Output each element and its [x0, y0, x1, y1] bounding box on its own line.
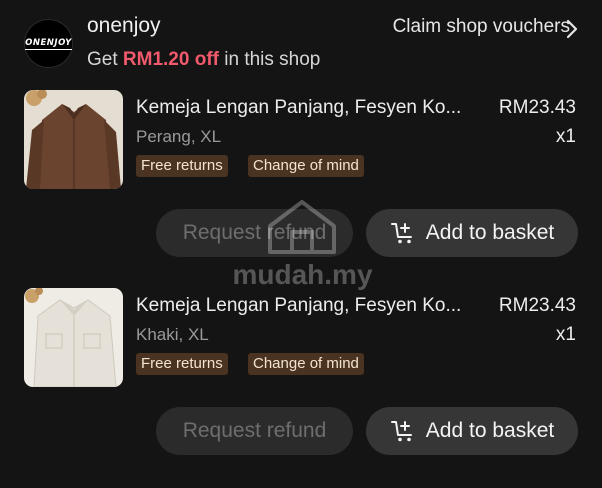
add-to-basket-label: Add to basket	[425, 221, 555, 244]
shop-name[interactable]: onenjoy	[87, 14, 161, 38]
change-of-mind-badge: Change of mind	[248, 353, 364, 375]
order-item: Kemeja Lengan Panjang, Fesyen Ko... RM23…	[0, 288, 602, 488]
cart-plus-icon	[390, 421, 412, 442]
chevron-right-icon[interactable]	[562, 19, 582, 39]
product-title[interactable]: Kemeja Lengan Panjang, Fesyen Ko...	[136, 295, 476, 317]
product-quantity: x1	[555, 324, 576, 345]
shop-logo[interactable]: ONENJOY	[24, 19, 73, 68]
add-to-basket-button[interactable]: Add to basket	[366, 407, 578, 455]
free-returns-badge: Free returns	[136, 353, 228, 375]
product-variant: Khaki, XL	[136, 325, 209, 344]
promo-amount: RM1.20 off	[122, 49, 219, 70]
product-title[interactable]: Kemeja Lengan Panjang, Fesyen Ko...	[136, 97, 476, 119]
request-refund-button[interactable]: Request refund	[156, 209, 353, 257]
shop-logo-text: ONENJOY	[25, 37, 72, 50]
product-quantity: x1	[555, 126, 576, 147]
shop-promo: Get RM1.20 off in this shop	[87, 49, 320, 71]
product-thumbnail[interactable]	[24, 90, 123, 189]
add-to-basket-button[interactable]: Add to basket	[366, 209, 578, 257]
free-returns-badge: Free returns	[136, 155, 228, 177]
shirt-image	[24, 288, 123, 387]
promo-prefix: Get	[87, 49, 118, 70]
product-thumbnail[interactable]	[24, 288, 123, 387]
product-variant: Perang, XL	[136, 127, 222, 146]
order-item: Kemeja Lengan Panjang, Fesyen Ko... RM23…	[0, 90, 602, 290]
add-to-basket-label: Add to basket	[425, 419, 555, 442]
product-price: RM23.43	[498, 97, 576, 118]
request-refund-button[interactable]: Request refund	[156, 407, 353, 455]
shirt-image	[24, 90, 123, 189]
cart-plus-icon	[390, 223, 412, 244]
product-price: RM23.43	[498, 295, 576, 316]
change-of-mind-badge: Change of mind	[248, 155, 364, 177]
claim-vouchers-link[interactable]: Claim shop vouchers	[393, 16, 570, 38]
promo-suffix: in this shop	[224, 49, 321, 70]
